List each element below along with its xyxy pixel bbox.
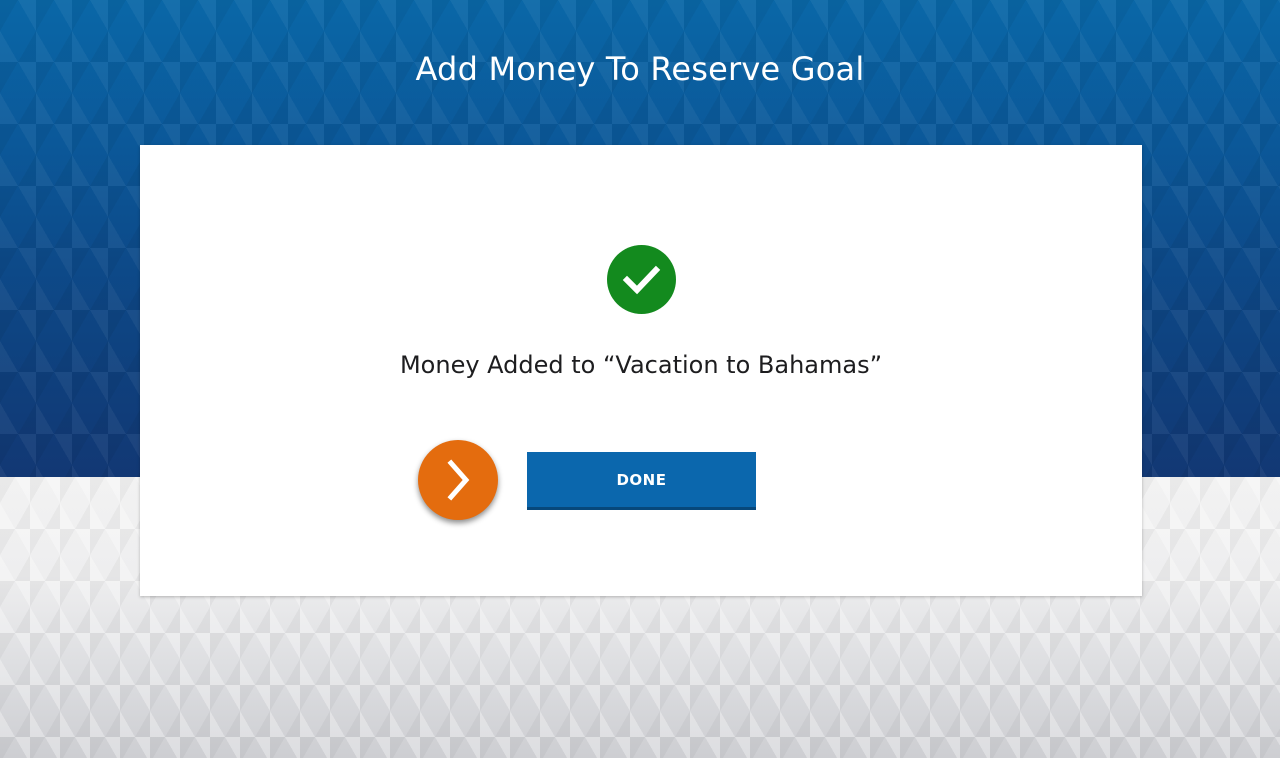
goal-name: “Vacation to Bahamas” (602, 351, 883, 379)
confirmation-card: Money Added to “Vacation to Bahamas” DON… (140, 145, 1142, 596)
page: Add Money To Reserve Goal Money Added to… (0, 0, 1280, 758)
check-circle-icon (607, 245, 676, 314)
confirmation-message: Money Added to “Vacation to Bahamas” (140, 351, 1142, 379)
chevron-right-icon (418, 440, 498, 520)
page-title: Add Money To Reserve Goal (415, 50, 865, 88)
done-button[interactable]: DONE (527, 452, 756, 510)
confirmation-message-prefix: Money Added to (399, 351, 603, 379)
